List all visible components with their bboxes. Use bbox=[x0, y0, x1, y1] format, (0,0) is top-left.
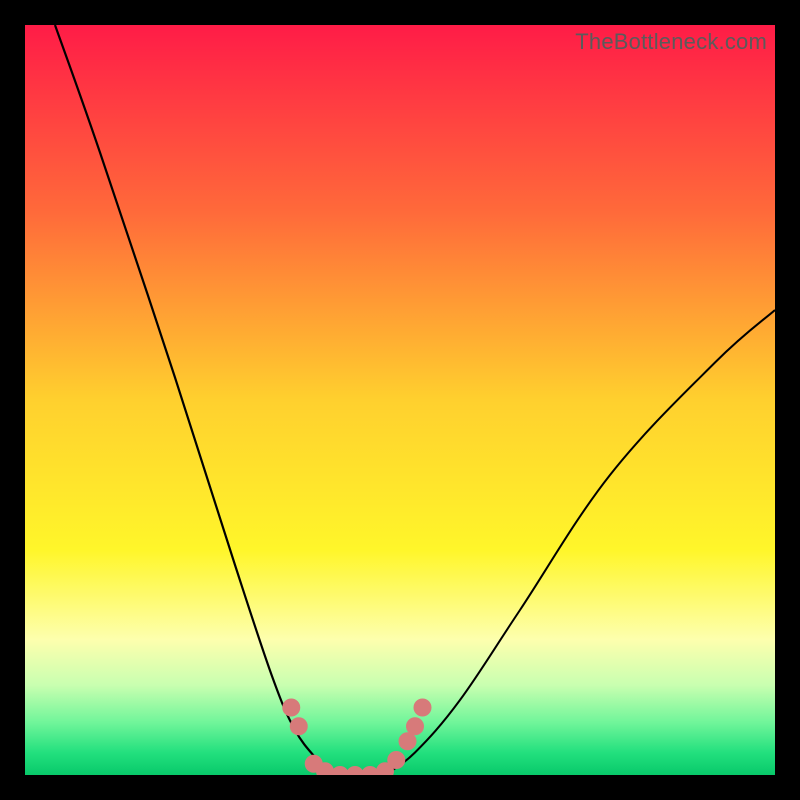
curve-left bbox=[55, 25, 333, 775]
chart-plot bbox=[25, 25, 775, 775]
marker-dot bbox=[414, 699, 432, 717]
chart-frame: TheBottleneck.com bbox=[25, 25, 775, 775]
marker-dot bbox=[387, 751, 405, 769]
marker-dot bbox=[290, 717, 308, 735]
watermark-label: TheBottleneck.com bbox=[575, 29, 767, 55]
marker-dot bbox=[282, 699, 300, 717]
curve-right bbox=[385, 310, 775, 775]
marker-group bbox=[282, 699, 431, 776]
marker-dot bbox=[406, 717, 424, 735]
